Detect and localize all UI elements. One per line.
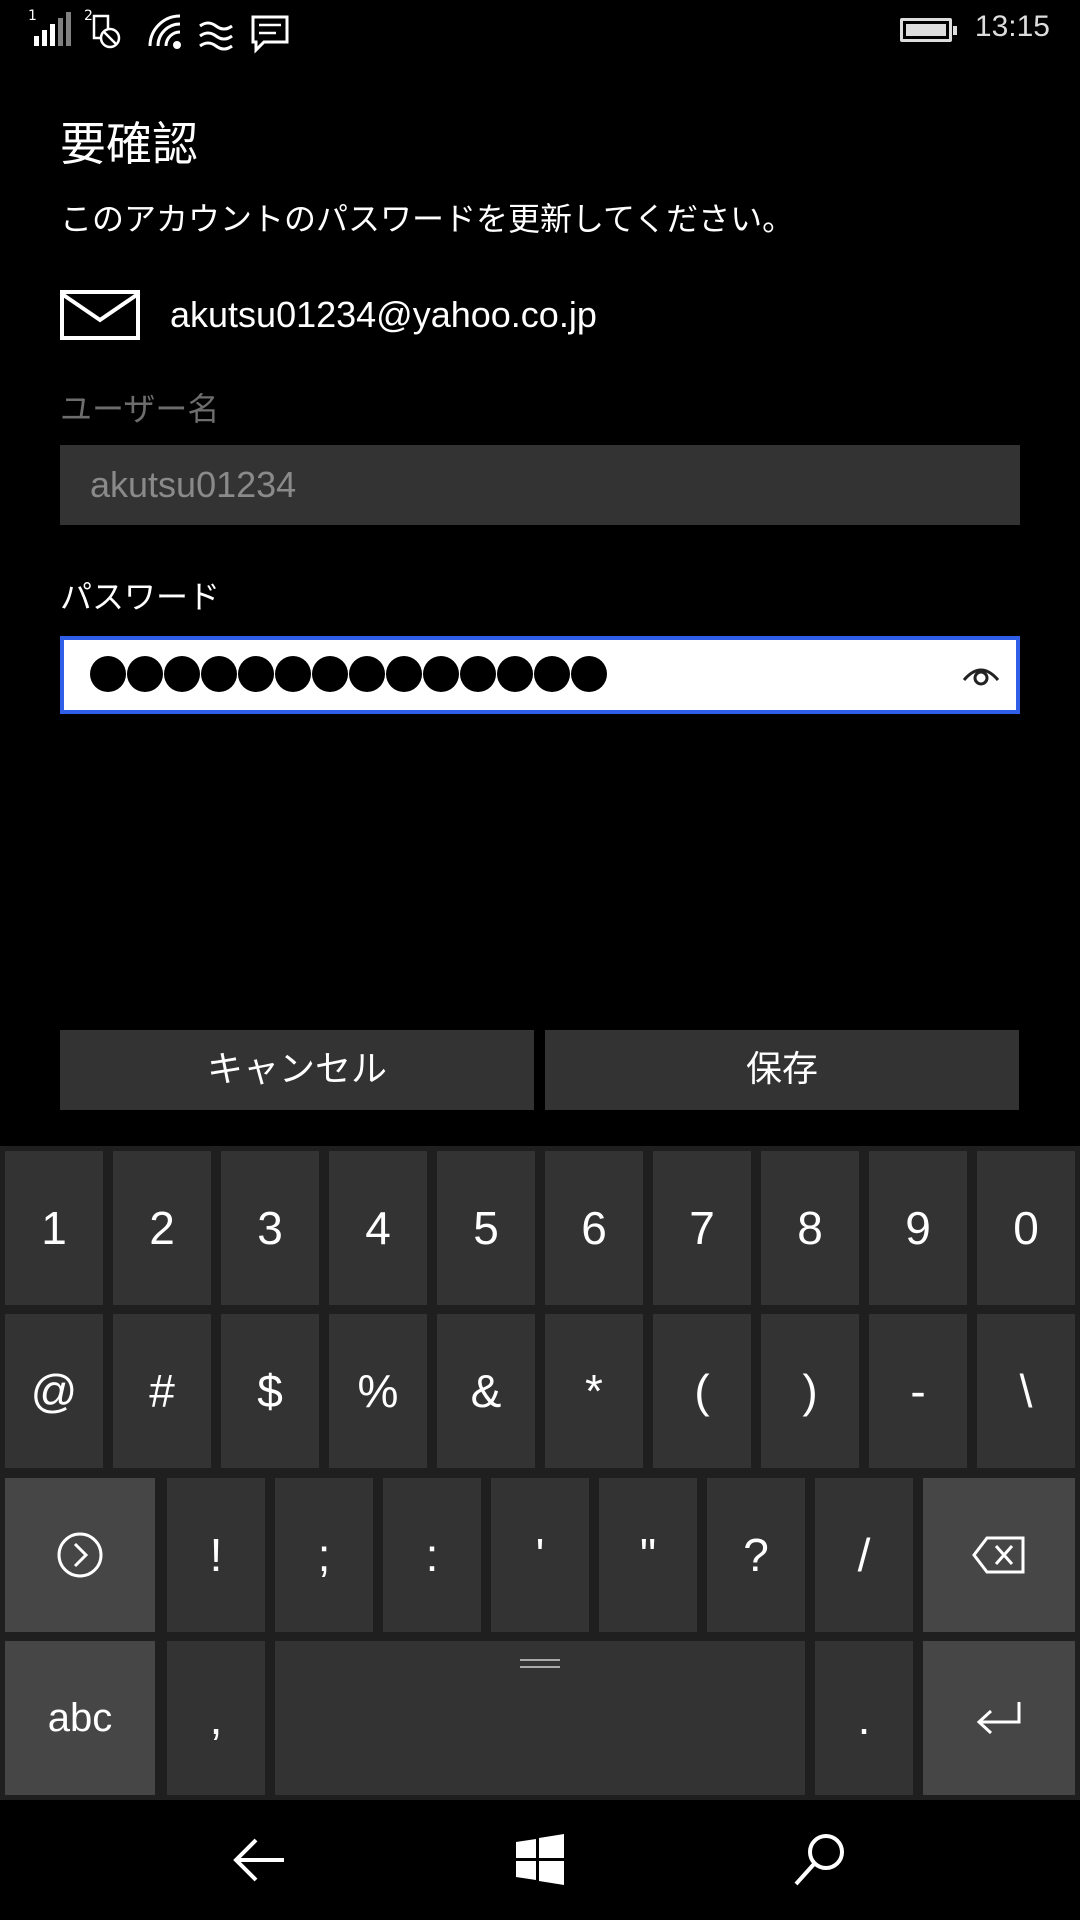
- enter-icon: [976, 1702, 1021, 1735]
- cancel-button[interactable]: キャンセル: [60, 1030, 534, 1110]
- account-email: akutsu01234@yahoo.co.jp: [170, 294, 597, 335]
- key-symbol-2[interactable]: $: [221, 1314, 319, 1468]
- password-mask: [90, 656, 607, 694]
- key-7[interactable]: 7: [653, 1151, 751, 1305]
- message-icon: [251, 15, 289, 54]
- on-screen-keyboard: 1 2 3 4 5 6 7 8 9 0 @ # $% & *() - \!;: ' "? / abc,.: [0, 1146, 1080, 1800]
- key-symbol-5[interactable]: *: [545, 1314, 643, 1468]
- abc-key[interactable]: abc: [5, 1641, 155, 1795]
- status-bar: 1 2 13:15: [0, 0, 1080, 60]
- key-punct-6[interactable]: /: [815, 1478, 913, 1632]
- search-icon[interactable]: [790, 1830, 850, 1890]
- key-5[interactable]: 5: [437, 1151, 535, 1305]
- battery-icon: [900, 18, 957, 42]
- keyboard-handle-icon: [520, 1659, 560, 1668]
- key-symbol-3[interactable]: %: [329, 1314, 427, 1468]
- back-arrow-icon[interactable]: [230, 1830, 290, 1890]
- key-comma[interactable]: ,: [167, 1641, 265, 1795]
- sim2-no-signal-icon: 2: [84, 8, 124, 52]
- password-mask-dot: [127, 656, 163, 692]
- key-symbol-0[interactable]: @: [5, 1314, 103, 1468]
- page-subtitle: このアカウントのパスワードを更新してください。: [60, 200, 795, 238]
- key-symbol-4[interactable]: &: [437, 1314, 535, 1468]
- password-label: パスワード: [60, 578, 221, 616]
- key-2[interactable]: 2: [113, 1151, 211, 1305]
- key-0[interactable]: 0: [977, 1151, 1075, 1305]
- password-mask-dot: [164, 656, 200, 692]
- key-1[interactable]: 1: [5, 1151, 103, 1305]
- save-button[interactable]: 保存: [545, 1030, 1019, 1110]
- signal-sim1-icon: 1: [28, 8, 71, 52]
- windows-start-icon[interactable]: [510, 1830, 570, 1890]
- key-punct-3[interactable]: ': [491, 1478, 589, 1632]
- key-symbol-9[interactable]: \: [977, 1314, 1075, 1468]
- password-mask-dot: [349, 656, 385, 692]
- key-3[interactable]: 3: [221, 1151, 319, 1305]
- account-row: akutsu01234@yahoo.co.jp: [60, 288, 1020, 344]
- password-mask-dot: [571, 656, 607, 692]
- key-symbol-7[interactable]: ): [761, 1314, 859, 1468]
- chevron-right-circle-icon: [57, 1532, 103, 1578]
- password-mask-dot: [201, 656, 237, 692]
- clock: 13:15: [974, 10, 1050, 43]
- password-mask-dot: [386, 656, 422, 692]
- password-mask-dot: [90, 656, 126, 692]
- key-period[interactable]: .: [815, 1641, 913, 1795]
- key-punct-0[interactable]: !: [167, 1478, 265, 1632]
- password-mask-dot: [460, 656, 496, 692]
- key-punct-1[interactable]: ;: [275, 1478, 373, 1632]
- password-mask-dot: [534, 656, 570, 692]
- key-punct-2[interactable]: :: [383, 1478, 481, 1632]
- password-mask-dot: [238, 656, 274, 692]
- key-9[interactable]: 9: [869, 1151, 967, 1305]
- password-mask-dot: [423, 656, 459, 692]
- password-mask-dot: [497, 656, 533, 692]
- mail-icon: [60, 290, 140, 340]
- wifi-icon: [148, 14, 181, 49]
- sim1-label: 1: [28, 8, 37, 24]
- key-symbol-6[interactable]: (: [653, 1314, 751, 1468]
- next-field-key[interactable]: [5, 1478, 155, 1632]
- navigation-bar: [0, 1800, 1080, 1920]
- backspace-key[interactable]: [923, 1478, 1075, 1632]
- password-field[interactable]: [60, 636, 1020, 714]
- username-label: ユーザー名: [60, 390, 220, 428]
- enter-key[interactable]: [923, 1641, 1075, 1795]
- key-punct-5[interactable]: ?: [707, 1478, 805, 1632]
- page-title: 要確認: [60, 117, 198, 171]
- password-mask-dot: [275, 656, 311, 692]
- key-symbol-8[interactable]: -: [869, 1314, 967, 1468]
- reveal-password-eye-icon[interactable]: [952, 646, 1010, 704]
- wifi-calling-icon: [199, 21, 233, 51]
- username-field: akutsu01234: [60, 445, 1020, 525]
- key-punct-4[interactable]: ": [599, 1478, 697, 1632]
- backspace-icon: [972, 1536, 1025, 1574]
- space-key[interactable]: [275, 1641, 805, 1795]
- password-mask-dot: [312, 656, 348, 692]
- key-symbol-1[interactable]: #: [113, 1314, 211, 1468]
- key-6[interactable]: 6: [545, 1151, 643, 1305]
- key-8[interactable]: 8: [761, 1151, 859, 1305]
- key-4[interactable]: 4: [329, 1151, 427, 1305]
